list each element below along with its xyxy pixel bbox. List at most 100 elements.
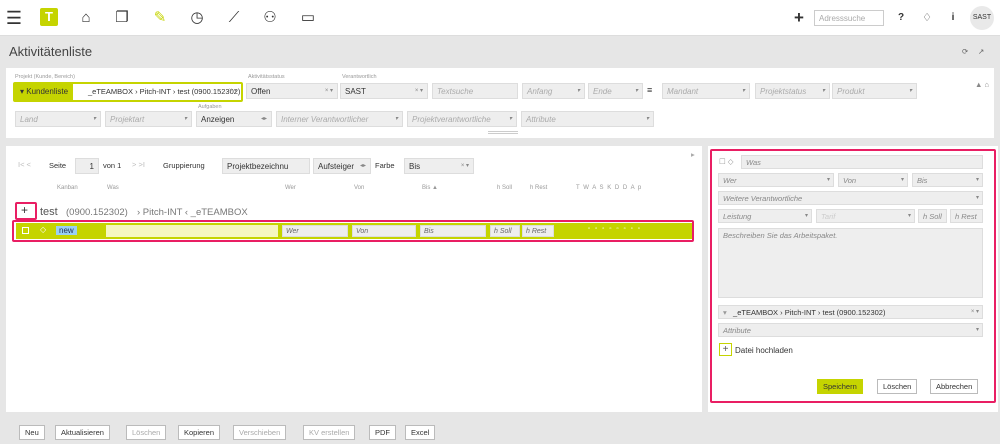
tarif-select[interactable]: Tarif ▾ <box>816 209 915 223</box>
col-was[interactable]: Was <box>107 185 119 191</box>
menu-icon[interactable]: ☰ <box>4 8 24 28</box>
help-icon[interactable]: ? <box>891 8 911 28</box>
verschieben-button[interactable]: Verschieben <box>233 425 287 440</box>
title-bar: Aktivitätenliste ⟳ ↗ <box>0 36 1000 66</box>
beschreibung-textarea[interactable]: Beschreiben Sie das Arbeitspaket. <box>718 228 983 298</box>
detail-hrest-input[interactable]: h Rest <box>950 209 983 223</box>
page-number-input[interactable]: 1 <box>75 158 99 174</box>
detail-wer-select[interactable]: Wer ▾ <box>718 173 834 187</box>
farbe-select[interactable]: Bis × ▾ <box>404 158 474 174</box>
detail-bis-input[interactable]: Bis ▾ <box>912 173 983 187</box>
delete-button[interactable]: Löschen <box>877 379 918 394</box>
mandant-select[interactable]: Mandant ▾ <box>662 83 750 99</box>
anfang-input[interactable]: Anfang ▾ <box>522 83 585 99</box>
upload-link[interactable]: Datei hochladen <box>735 346 793 355</box>
gruppierung-label: Gruppierung <box>163 161 205 170</box>
save-button[interactable]: Speichern <box>817 379 863 394</box>
land-select[interactable]: Land ▾ <box>15 111 101 127</box>
detail-was-input[interactable]: Was <box>741 155 983 169</box>
info-icon[interactable]: i <box>943 8 963 28</box>
weitere-verantwortliche-select[interactable]: Weitere Verantwortliche ▾ <box>718 191 983 205</box>
excel-button[interactable]: Excel <box>405 425 436 440</box>
produkt-select[interactable]: Produkt ▾ <box>832 83 917 99</box>
project-filter-field[interactable]: _eTEAMBOX › Pitch-INT › test (0900.15230… <box>84 84 241 100</box>
sort-select[interactable]: Aufsteiger ◂▸ <box>313 158 371 174</box>
group-path: › Pitch-INT ‹ _eTEAMBOX <box>137 207 248 218</box>
plus-icon[interactable]: + <box>789 8 809 28</box>
attribute-select[interactable]: Attribute ▾ <box>521 111 654 127</box>
detail-project-select[interactable]: ▾ _eTEAMBOX › Pitch-INT › test (0900.152… <box>718 305 983 319</box>
projektverantwortliche-select[interactable]: Projektverantwortliche ▾ <box>407 111 517 127</box>
row-hrest-input[interactable]: h Rest <box>522 225 554 237</box>
refresh-icon[interactable]: ⟳ <box>962 47 968 56</box>
col-kanban[interactable]: Kanban <box>57 185 78 191</box>
neu-button[interactable]: Neu <box>19 425 45 440</box>
chat-icon[interactable]: ▭ <box>298 8 318 28</box>
kopieren-button[interactable]: Kopieren <box>178 425 221 440</box>
folders-icon[interactable]: ❐ <box>112 8 132 28</box>
kundenliste-button[interactable]: ▾ Kundenliste <box>15 84 74 100</box>
row-was-input[interactable] <box>106 225 278 237</box>
cancel-button[interactable]: Abbrechen <box>930 379 979 394</box>
verantwortlich-select[interactable]: SAST × ▾ <box>340 83 428 99</box>
bell-icon[interactable]: ♢ <box>917 8 937 28</box>
col-hrest[interactable]: h Rest <box>530 185 547 191</box>
col-bis[interactable]: Bis ▲ <box>422 185 438 191</box>
resize-handle[interactable] <box>488 131 518 134</box>
aufgaben-select[interactable]: Anzeigen ◂▸ <box>196 111 272 127</box>
row-wer-select[interactable]: Wer <box>282 225 348 237</box>
pdf-button[interactable]: PDF <box>369 425 396 440</box>
group-code: (0900.152302) <box>66 207 128 218</box>
projektart-select[interactable]: Projektart ▾ <box>105 111 192 127</box>
upload-plus-icon[interactable]: + <box>719 343 732 356</box>
add-activity-button[interactable]: + <box>21 203 28 217</box>
gruppierung-select[interactable]: Projektbezeichnu <box>222 158 310 174</box>
page-title: Aktivitätenliste <box>9 44 93 59</box>
first-page-icon[interactable]: I< < <box>18 160 31 169</box>
col-von[interactable]: Von <box>354 185 364 191</box>
row-bis-input[interactable]: Bis <box>420 225 486 237</box>
row-diamond-icon[interactable]: ◇ <box>40 225 46 234</box>
clock-icon[interactable]: ◷ <box>187 8 207 28</box>
row-von-input[interactable]: Von <box>352 225 416 237</box>
new-activity-row[interactable]: ◇ new Wer Von Bis h Soll h Rest ▫▫▫▫▫▫▫▫ <box>16 223 692 239</box>
top-bar: ☰ T ⌂ ❐ ✎ ◷ ⟋ ⚇ ▭ + Adresssuche ? ♢ i SA… <box>0 0 1000 36</box>
col-hsoll[interactable]: h Soll <box>497 185 512 191</box>
tasks-icon[interactable]: ✎ <box>150 8 170 28</box>
status-select[interactable]: Offen × ▾ <box>246 83 338 99</box>
textsuche-input[interactable]: Textsuche <box>432 83 518 99</box>
page-count-label: von 1 <box>103 161 122 170</box>
aktualisieren-button[interactable]: Aktualisieren <box>55 425 110 440</box>
row-hsoll-input[interactable]: h Soll <box>490 225 520 237</box>
address-search-input[interactable]: Adresssuche <box>814 10 884 26</box>
collapse-icon[interactable]: ▲ ⌂ <box>975 80 989 89</box>
avatar[interactable]: SAST <box>970 6 994 30</box>
row-checkbox[interactable] <box>22 227 29 234</box>
new-badge: new <box>56 226 77 235</box>
list-icon[interactable]: ≡ <box>647 85 652 95</box>
expand-right-icon[interactable]: ▸ <box>691 150 695 159</box>
project-filter-label: Projekt (Kunde, Bereich) <box>15 74 75 80</box>
chart-icon[interactable]: ⟋ <box>224 8 244 28</box>
expand-icon[interactable]: ↗ <box>978 47 984 56</box>
detail-hsoll-input[interactable]: h Soll <box>918 209 947 223</box>
detail-attribute-select[interactable]: Attribute ▾ <box>718 323 983 337</box>
projektstatus-select[interactable]: Projektstatus ▾ <box>755 83 830 99</box>
location-icon[interactable]: ⌂ <box>76 8 96 28</box>
interner-verantwortlicher-select[interactable]: Interner Verantwortlicher ▾ <box>276 111 403 127</box>
detail-checkbox[interactable]: ☐ ◇ <box>719 157 734 166</box>
ende-input[interactable]: Ende ▾ <box>588 83 643 99</box>
group-title: test <box>40 206 58 218</box>
last-page-icon[interactable]: > >I <box>132 160 145 169</box>
leistung-select[interactable]: Leistung ▾ <box>718 209 812 223</box>
status-label: Aktivitätsstatus <box>248 74 285 80</box>
kv-erstellen-button[interactable]: KV erstellen <box>303 425 356 440</box>
detail-von-input[interactable]: Von ▾ <box>838 173 908 187</box>
row-day-checkboxes[interactable]: ▫▫▫▫▫▫▫▫ <box>588 226 645 232</box>
loeschen-button[interactable]: Löschen <box>126 425 167 440</box>
people-icon[interactable]: ⚇ <box>260 8 280 28</box>
col-days: T W A S K D D A p <box>576 185 643 191</box>
app-logo[interactable]: T <box>40 8 58 26</box>
col-wer[interactable]: Wer <box>285 185 296 191</box>
farbe-label: Farbe <box>375 161 395 170</box>
